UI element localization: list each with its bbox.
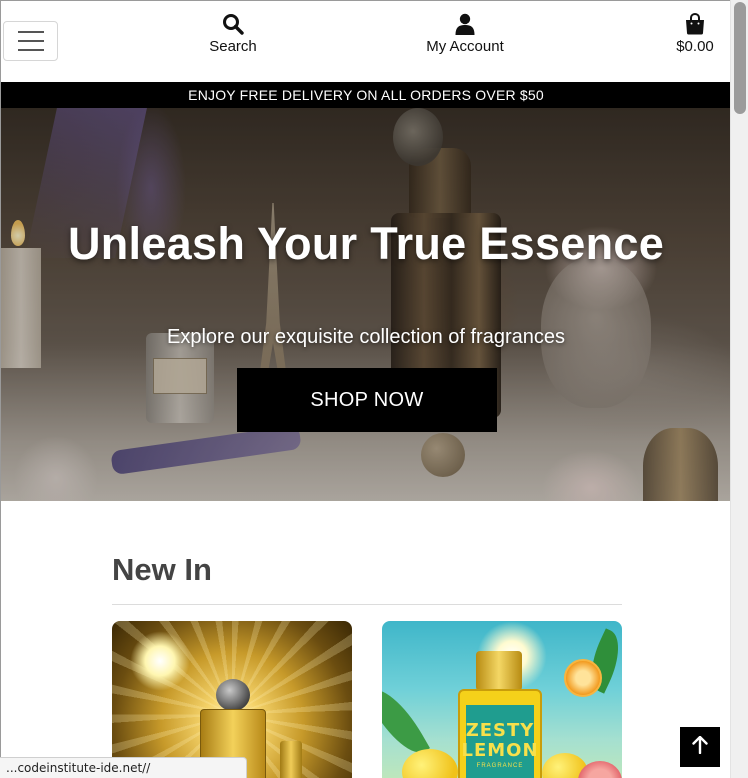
free-delivery-text: ENJOY FREE DELIVERY ON ALL ORDERS OVER $… [188,87,544,103]
shopping-bag-icon [685,9,705,35]
shop-now-button[interactable]: SHOP NOW [237,368,497,432]
menu-toggle-button[interactable] [3,21,58,61]
bag-total: $0.00 [676,38,714,55]
shopping-bag-link[interactable]: $0.00 [665,9,725,55]
new-in-heading: New In [112,552,212,587]
vertical-scrollbar[interactable] [730,0,748,778]
free-delivery-banner: ENJOY FREE DELIVERY ON ALL ORDERS OVER $… [1,82,730,108]
product-card-gold-perfume[interactable] [112,621,352,778]
my-account-label: My Account [426,38,504,55]
section-divider [112,604,622,605]
user-icon [455,9,475,35]
hero-title: Unleash Your True Essence [67,218,665,269]
back-to-top-button[interactable] [680,727,720,767]
product-card-zesty-lemon[interactable]: ZESTY LEMON FRAGRANCE [382,621,622,778]
menu-icon [17,31,44,33]
site-header: Search My Account $0.00 [1,1,730,81]
my-account-link[interactable]: My Account [415,9,515,55]
hero-section: Unleash Your True Essence Explore our ex… [1,108,730,501]
search-label: Search [209,38,257,55]
search-link[interactable]: Search [197,9,269,55]
hero-subtitle: Explore our exquisite collection of frag… [167,326,565,348]
page-viewport: Search My Account $0.00 ENJOY FREE DELIV… [0,0,730,778]
product-label: ZESTY LEMON FRAGRANCE [461,705,538,778]
scrollbar-thumb[interactable] [734,2,746,114]
status-bar-url: ...codeinstitute-ide.net// [0,757,247,778]
arrow-up-icon [692,735,708,759]
search-icon [222,9,244,35]
